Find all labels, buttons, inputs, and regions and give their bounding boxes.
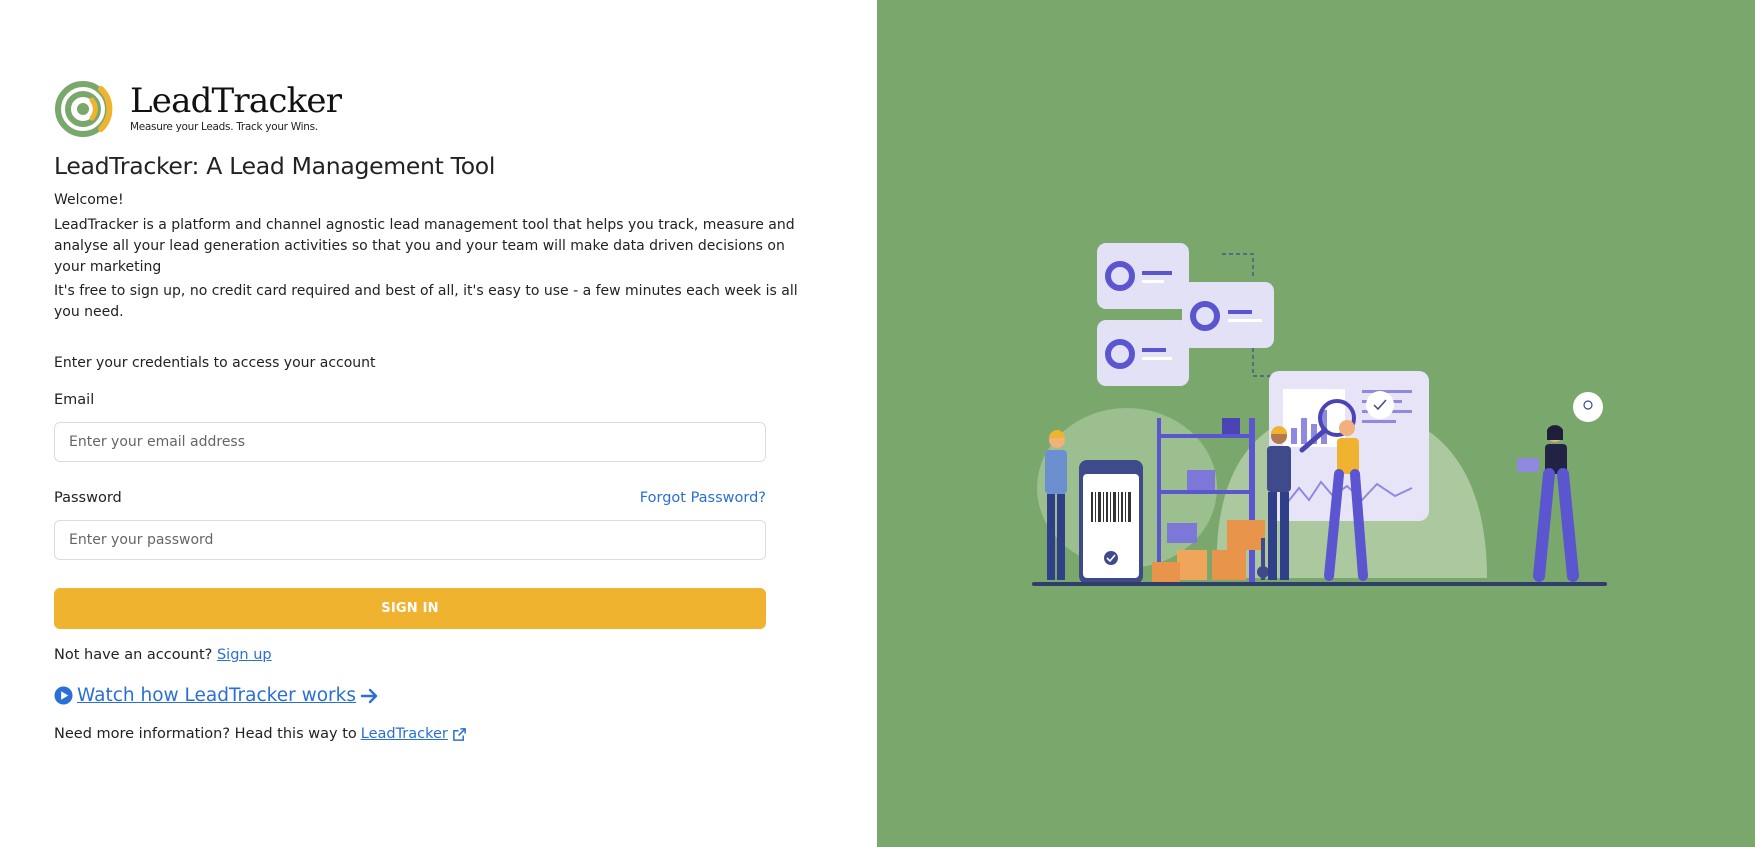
- signup-prompt: Not have an account?: [54, 647, 213, 663]
- warehouse-analytics-illustration: [1032, 243, 1607, 586]
- login-page: LeadTracker Measure your Leads. Track yo…: [0, 0, 1755, 847]
- play-circle-icon: [54, 686, 73, 705]
- sign-up-link[interactable]: Sign up: [217, 647, 272, 663]
- welcome-text: Welcome!: [54, 192, 124, 208]
- credentials-instruction: Enter your credentials to access your ac…: [54, 355, 376, 371]
- password-label: Password: [54, 490, 122, 506]
- signup-row: Not have an account? Sign up: [54, 647, 272, 663]
- email-field[interactable]: [54, 422, 766, 462]
- more-info-prompt: Need more information? Head this way to: [54, 726, 357, 742]
- password-field[interactable]: [54, 520, 766, 560]
- illustration-panel: [877, 0, 1755, 847]
- leadtracker-site-link[interactable]: LeadTracker: [361, 726, 448, 742]
- watch-video-link[interactable]: Watch how LeadTracker works: [54, 685, 380, 706]
- watch-video-label: Watch how LeadTracker works: [77, 685, 356, 706]
- page-title: LeadTracker: A Lead Management Tool: [54, 152, 496, 180]
- arrow-right-icon: [360, 688, 378, 703]
- description-text: LeadTracker is a platform and channel ag…: [54, 217, 795, 275]
- external-link-icon: [453, 727, 466, 741]
- brand-name: LeadTracker: [130, 81, 342, 121]
- forgot-password-link[interactable]: Forgot Password?: [640, 490, 766, 506]
- brand-logo: LeadTracker Measure your Leads. Track yo…: [54, 80, 342, 138]
- more-info-row: Need more information? Head this way to …: [54, 726, 467, 742]
- login-panel: LeadTracker Measure your Leads. Track yo…: [0, 0, 877, 847]
- email-label: Email: [54, 392, 95, 408]
- logo-rings-icon: [55, 81, 113, 137]
- free-signup-text: It's free to sign up, no credit card req…: [54, 283, 798, 320]
- sign-in-button[interactable]: SIGN IN: [54, 588, 766, 629]
- brand-tagline: Measure your Leads. Track your Wins.: [130, 121, 318, 133]
